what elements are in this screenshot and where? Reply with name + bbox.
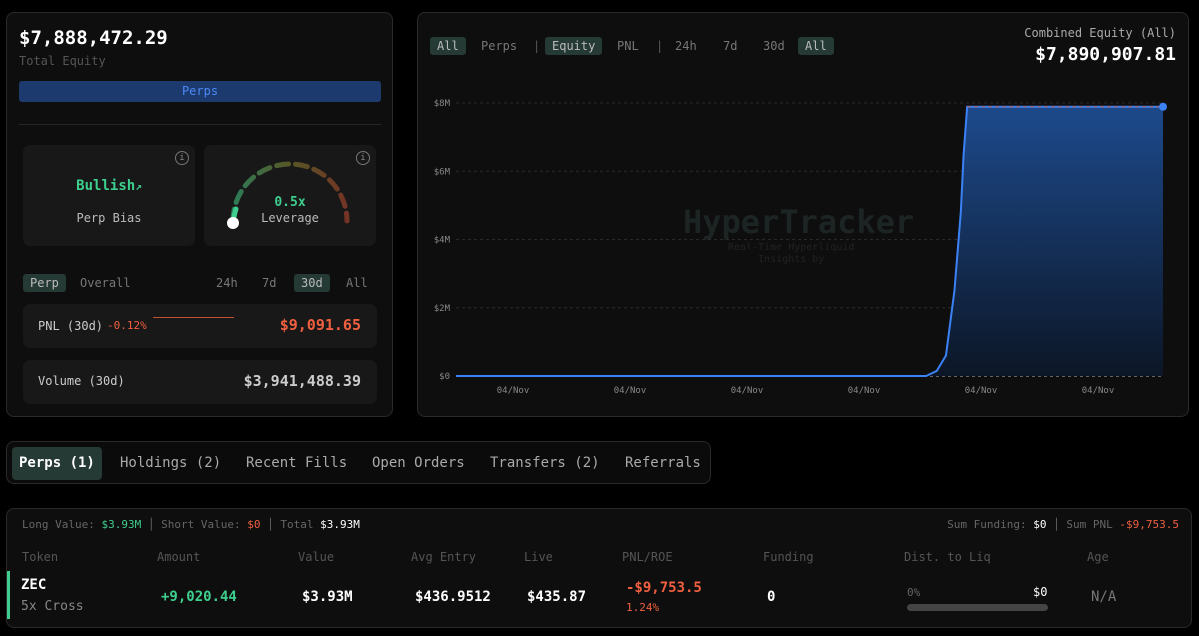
header-value[interactable]: Value bbox=[298, 550, 334, 564]
margin-mode: 5x Cross bbox=[21, 599, 84, 614]
x-tick-label: 04/Nov bbox=[965, 386, 998, 396]
y-tick-label: $8M bbox=[434, 99, 451, 109]
tab-perps[interactable]: Perps (1) bbox=[12, 447, 102, 480]
header-pnl-roe[interactable]: PNL/ROE bbox=[622, 550, 673, 564]
tab-overall[interactable]: Overall bbox=[73, 274, 138, 292]
liq-progress-bar bbox=[907, 604, 1048, 611]
total-equity-value: $7,888,472.29 bbox=[19, 27, 168, 49]
roe: 1.24% bbox=[626, 601, 660, 614]
x-tick-label: 04/Nov bbox=[614, 386, 647, 396]
tab-open-orders[interactable]: Open Orders bbox=[365, 447, 472, 480]
header-dist-liq[interactable]: Dist. to Liq bbox=[904, 550, 991, 564]
leverage-value: 0.5x bbox=[274, 195, 306, 210]
sum-pnl: -$9,753.5 bbox=[1119, 518, 1179, 531]
equity-chart: $0 $2M $4M $6M $8M 04/Nov 04/Nov 04/Nov 04/Nov 04… bbox=[434, 99, 1167, 396]
period-30d[interactable]: 30d bbox=[294, 274, 330, 292]
amount: +9,020.44 bbox=[161, 589, 237, 605]
x-tick-label: 04/Nov bbox=[497, 386, 530, 396]
period-all[interactable]: All bbox=[339, 274, 375, 292]
liq-value: $0 bbox=[1033, 585, 1048, 599]
bias-label: Perp Bias bbox=[76, 211, 142, 225]
header-avg-entry[interactable]: Avg Entry bbox=[411, 550, 476, 564]
leverage-label: Leverage bbox=[261, 211, 319, 225]
y-tick-label: $0 bbox=[439, 372, 450, 382]
equity-summary-panel: $7,888,472.29 Total Equity Perps i Bulli… bbox=[6, 12, 393, 417]
pnl-value: $9,091.65 bbox=[279, 316, 361, 334]
x-tick-label: 04/Nov bbox=[731, 386, 764, 396]
header-token[interactable]: Token bbox=[22, 550, 58, 564]
tab-holdings[interactable]: Holdings (2) bbox=[113, 447, 228, 480]
info-icon[interactable]: i bbox=[175, 151, 189, 165]
period-24h[interactable]: 24h bbox=[209, 274, 245, 292]
x-tick-label: 04/Nov bbox=[1082, 386, 1115, 396]
volume-label: Volume (30d) bbox=[38, 374, 125, 388]
summary-right: Sum Funding: $0 │ Sum PNL -$9,753.5 bbox=[947, 518, 1179, 531]
sum-funding: $0 bbox=[1033, 518, 1047, 531]
header-funding[interactable]: Funding bbox=[763, 550, 814, 564]
perp-bias-card: i Bullish↗ Perp Bias bbox=[23, 145, 195, 246]
x-tick-label: 04/Nov bbox=[848, 386, 881, 396]
bias-value: Bullish bbox=[76, 178, 136, 194]
header-age[interactable]: Age bbox=[1087, 550, 1109, 564]
liq-percent: 0% bbox=[907, 586, 921, 599]
header-amount[interactable]: Amount bbox=[157, 550, 200, 564]
tab-perp[interactable]: Perp bbox=[23, 274, 66, 292]
header-live[interactable]: Live bbox=[524, 550, 553, 564]
short-value: $0 bbox=[247, 518, 261, 531]
pnl-row: PNL (30d) -0.12% $9,091.65 bbox=[23, 304, 377, 348]
avg-entry: $436.9512 bbox=[415, 589, 491, 605]
divider bbox=[19, 124, 381, 125]
live-price: $435.87 bbox=[527, 589, 587, 605]
value: $3.93M bbox=[302, 589, 353, 605]
equity-chart-panel: All Perps | Equity PNL | 24h 7d 30d All … bbox=[417, 12, 1189, 417]
leverage-card: i 0.5x Leverage bbox=[204, 145, 376, 246]
trend-up-icon: ↗ bbox=[135, 180, 142, 193]
funding: 0 bbox=[767, 589, 776, 605]
y-tick-label: $2M bbox=[434, 304, 451, 314]
last-point bbox=[1159, 102, 1167, 111]
positions-table: Long Value: $3.93M │ Short Value: $0 │ T… bbox=[6, 508, 1192, 628]
long-value: $3.93M bbox=[101, 518, 142, 531]
total-value: $3.93M bbox=[320, 518, 360, 531]
volume-value: $3,941,488.39 bbox=[243, 372, 361, 390]
pnl-sparkline bbox=[153, 317, 234, 318]
total-equity-label: Total Equity bbox=[19, 54, 106, 68]
pnl-percent: -0.12% bbox=[107, 319, 147, 332]
tab-referrals[interactable]: Referrals bbox=[618, 447, 708, 480]
pnl-label: PNL (30d) bbox=[38, 319, 104, 333]
tab-transfers[interactable]: Transfers (2) bbox=[483, 447, 607, 480]
period-7d[interactable]: 7d bbox=[255, 274, 283, 292]
tab-recent-fills[interactable]: Recent Fills bbox=[239, 447, 354, 480]
volume-row: Volume (30d) $3,941,488.39 bbox=[23, 360, 377, 404]
age: N/A bbox=[1091, 589, 1117, 605]
y-tick-label: $4M bbox=[434, 236, 451, 246]
pnl: -$9,753.5 bbox=[626, 580, 702, 596]
positions-tabs: Perps (1) Holdings (2) Recent Fills Open… bbox=[6, 441, 711, 484]
long-indicator bbox=[7, 571, 10, 619]
token-name[interactable]: ZEC bbox=[21, 577, 46, 593]
area-fill bbox=[456, 106, 1163, 376]
y-tick-label: $6M bbox=[434, 167, 451, 177]
perps-button[interactable]: Perps bbox=[19, 81, 381, 102]
summary-left: Long Value: $3.93M │ Short Value: $0 │ T… bbox=[22, 518, 360, 531]
